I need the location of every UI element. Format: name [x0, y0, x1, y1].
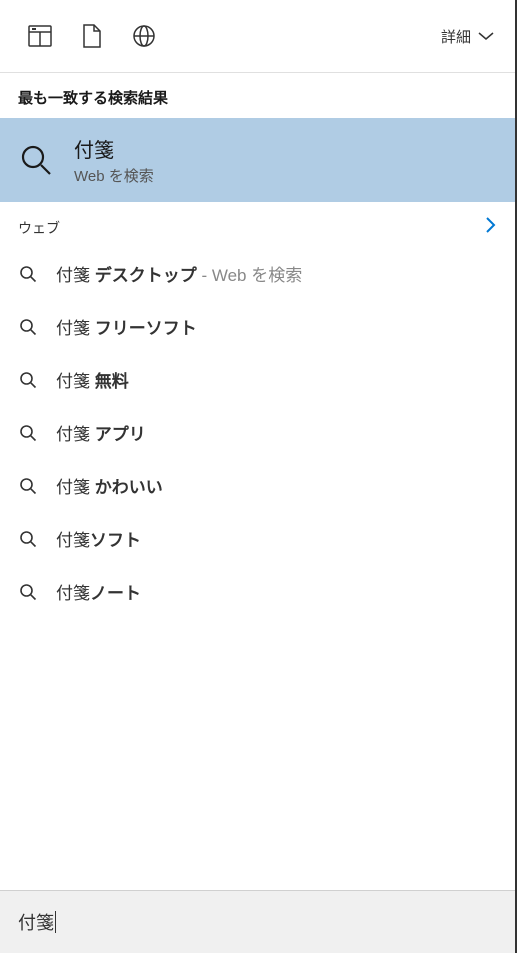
search-icon	[18, 317, 38, 337]
search-icon	[18, 370, 38, 390]
best-match-text: 付箋 Web を検索	[74, 134, 497, 186]
apps-icon[interactable]	[28, 24, 52, 48]
search-icon	[18, 582, 38, 602]
search-input[interactable]: 付箋	[18, 909, 54, 935]
best-match-title: 付箋	[74, 134, 497, 163]
search-icon	[18, 476, 38, 496]
text-cursor	[55, 911, 56, 933]
suggestion-text: 付箋 無料	[56, 367, 129, 392]
web-icon[interactable]	[132, 24, 156, 48]
suggestion-text: 付箋ソフト	[56, 526, 141, 551]
chevron-down-icon	[477, 31, 495, 41]
suggestion-item[interactable]: 付箋 デスクトップ - Web を検索	[0, 247, 515, 300]
suggestion-item[interactable]: 付箋 無料	[0, 353, 515, 406]
chevron-right-icon	[485, 216, 497, 239]
details-toggle[interactable]: 詳細	[441, 26, 495, 47]
suggestion-text: 付箋 アプリ	[56, 420, 146, 445]
suggestion-text: 付箋ノート	[56, 579, 141, 604]
search-box[interactable]: 付箋	[0, 890, 515, 953]
suggestion-item[interactable]: 付箋ノート	[0, 565, 515, 618]
best-match-item[interactable]: 付箋 Web を検索	[0, 118, 515, 202]
search-icon	[18, 264, 38, 284]
suggestion-text: 付箋 フリーソフト	[56, 314, 197, 339]
suggestion-text: 付箋 デスクトップ - Web を検索	[56, 261, 302, 286]
web-section-header[interactable]: ウェブ	[0, 202, 515, 247]
search-icon	[18, 423, 38, 443]
search-icon	[18, 142, 54, 178]
search-icon	[18, 529, 38, 549]
web-label: ウェブ	[18, 218, 60, 238]
header-icons	[28, 24, 156, 48]
details-label: 詳細	[441, 26, 471, 47]
suggestion-item[interactable]: 付箋 アプリ	[0, 406, 515, 459]
suggestion-text: 付箋 かわいい	[56, 473, 163, 498]
best-match-subtitle: Web を検索	[74, 165, 497, 186]
document-icon[interactable]	[80, 24, 104, 48]
suggestion-item[interactable]: 付箋 かわいい	[0, 459, 515, 512]
suggestion-item[interactable]: 付箋ソフト	[0, 512, 515, 565]
best-match-header: 最も一致する検索結果	[0, 73, 515, 118]
header-toolbar: 詳細	[0, 0, 515, 73]
suggestion-item[interactable]: 付箋 フリーソフト	[0, 300, 515, 353]
suggestion-list: 付箋 デスクトップ - Web を検索 付箋 フリーソフト 付箋 無料 付箋 ア…	[0, 247, 515, 618]
